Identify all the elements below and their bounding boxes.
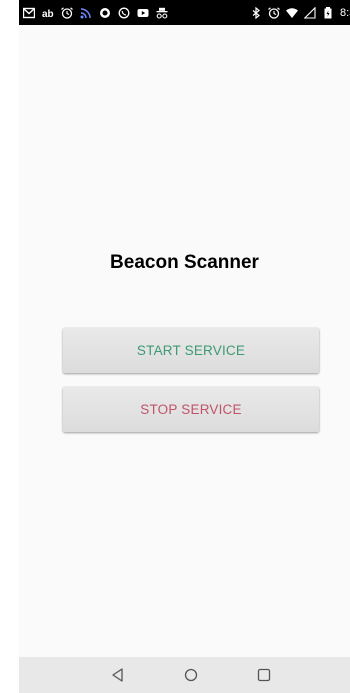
alarm-icon — [268, 6, 280, 19]
clock-time: 8:3 — [340, 6, 350, 19]
record-icon — [100, 7, 110, 18]
youtube-icon — [137, 8, 149, 17]
home-icon[interactable] — [181, 665, 201, 685]
bluetooth-icon — [252, 6, 260, 19]
page-title: Beacon Scanner — [110, 252, 259, 273]
notification-icons: ab — [23, 4, 168, 21]
svg-text:ab: ab — [42, 9, 54, 19]
alarm-icon — [61, 6, 73, 19]
phone-screen: ab 8: Beacon Scanner START SERVICE STOP … — [19, 0, 350, 693]
cell-signal-icon — [304, 6, 316, 19]
start-service-button[interactable]: START SERVICE — [63, 328, 319, 373]
battery-icon — [324, 6, 332, 18]
stop-service-button[interactable]: STOP SERVICE — [63, 387, 319, 432]
recents-icon[interactable] — [254, 665, 274, 685]
back-icon[interactable] — [108, 665, 128, 685]
whatsapp-icon — [118, 7, 130, 18]
navigation-bar — [19, 657, 350, 693]
dictionary-icon: ab — [42, 9, 54, 19]
rss-icon — [80, 7, 91, 18]
wifi-icon — [286, 7, 298, 18]
system-icons: 8:3 — [250, 4, 350, 21]
gmail-icon — [23, 7, 35, 18]
status-bar: ab 8: — [19, 0, 350, 25]
incognito-icon — [156, 7, 168, 19]
